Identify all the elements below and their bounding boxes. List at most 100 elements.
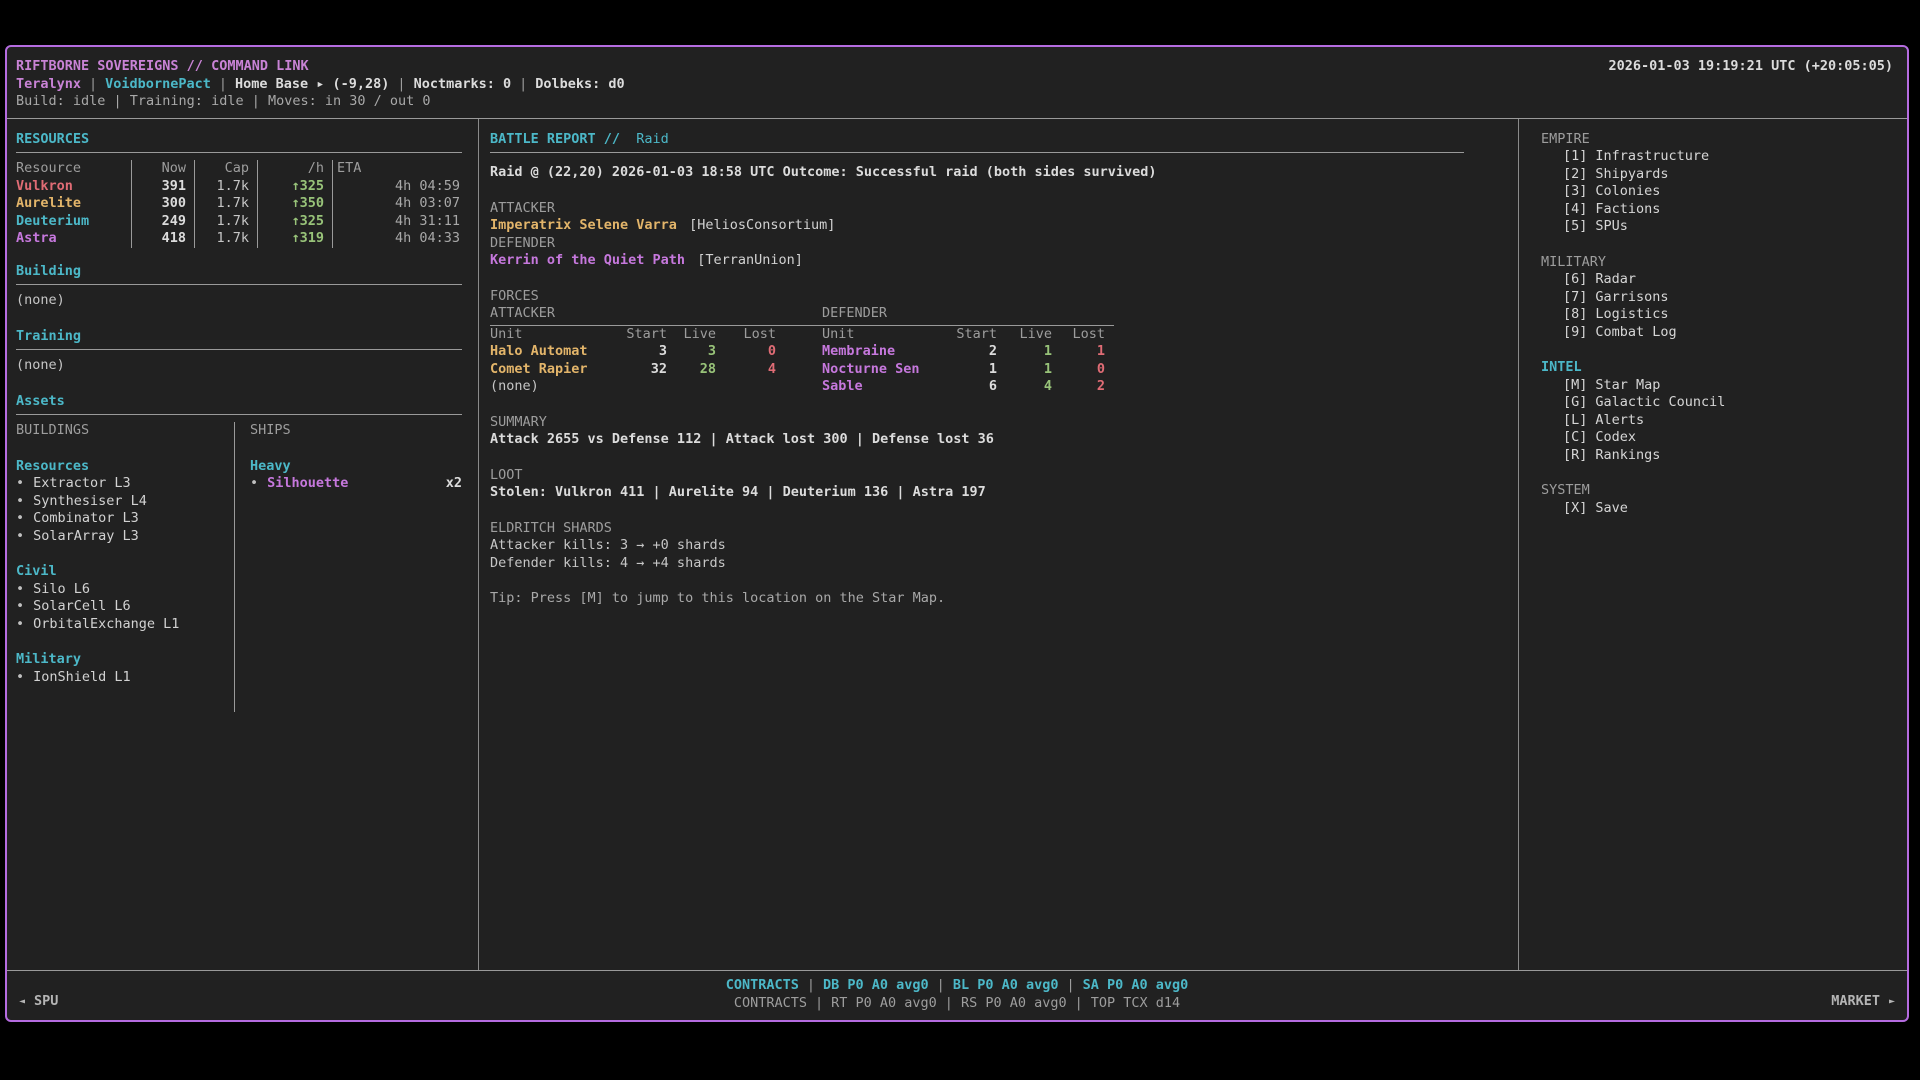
separator: | [937,977,945,993]
col-header-now: Now [132,160,195,178]
building-item: •IonShield L1 [16,669,234,687]
attacker-forces-table: Unit Start Live Lost Halo Automat 3 3 0 … [490,326,776,396]
col-header-eta: ETA [333,160,460,178]
building-queue-title: Building [16,263,462,281]
raid-headline: Raid @ (22,20) 2026-01-03 18:58 UTC Outc… [490,164,1464,182]
defender-label: DEFENDER [490,235,1464,253]
bullet-icon: • [16,616,24,632]
resource-eta: 4h 04:59 [333,178,460,196]
right-arrow-icon: ► [1889,996,1895,1007]
menu-item-combat-log[interactable]: [9]Combat Log [1541,324,1907,342]
pager-market[interactable]: MARKET► [1831,993,1895,1012]
col-header-rate: /h [258,160,333,178]
resource-rate: ↑325 [258,178,333,196]
forces-tables: Unit Start Live Lost Halo Automat 3 3 0 … [490,326,1464,396]
unit-name: Nocturne Sen [822,361,952,379]
menu-item-save[interactable]: [X]Save [1541,500,1907,518]
col-header-cap: Cap [195,160,258,178]
forces-column-headers: ATTACKER DEFENDER [490,305,1464,323]
app-title: RIFTBORNE SOVEREIGNS // COMMAND LINK [16,58,309,76]
menu-section-empire: EMPIRE [1]Infrastructure [2]Shipyards [3… [1541,131,1907,236]
menu-item-colonies[interactable]: [3]Colonies [1541,183,1907,201]
menu-section-military: MILITARY [6]Radar [7]Garrisons [8]Logist… [1541,254,1907,342]
battle-report-panel: BATTLE REPORT // Raid Raid @ (22,20) 202… [479,119,1519,971]
building-item: •SolarArray L3 [16,528,234,546]
buildings-column: BUILDINGS Resources •Extractor L3 •Synth… [16,422,235,712]
noctmarks-count: Noctmarks: 0 [414,76,512,92]
contracts-line-primary: CONTRACTS|DB P0 A0 avg0|BL P0 A0 avg0|SA… [7,977,1907,995]
bullet-icon: • [16,528,24,544]
menu-item-star-map[interactable]: [M]Star Map [1541,377,1907,395]
resource-now: 418 [132,230,195,248]
section-rule [16,152,462,153]
resource-name: Aurelite [16,195,132,213]
separator: | [945,995,953,1011]
command-link-header: RIFTBORNE SOVEREIGNS // COMMAND LINK 202… [7,47,1907,118]
resource-now: 249 [132,213,195,231]
attacker-faction-tag: [HeliosConsortium] [689,217,835,233]
menu-item-garrisons[interactable]: [7]Garrisons [1541,289,1907,307]
menu-item-radar[interactable]: [6]Radar [1541,271,1907,289]
summary-label: SUMMARY [490,414,1464,432]
resource-rate: ↑319 [258,230,333,248]
menu-item-codex[interactable]: [C]Codex [1541,429,1907,447]
left-panel: RESOURCES Resource Now Cap /h ETA Vulkro… [7,119,479,971]
separator: | [89,76,97,92]
menu-item-spus[interactable]: [5]SPUs [1541,218,1907,236]
section-rule [16,284,462,285]
building-queue-empty: (none) [16,292,462,310]
defender-identity: Kerrin of the Quiet Path [TerranUnion] [490,252,1464,270]
ship-name: Silhouette [267,475,348,491]
left-arrow-icon: ◄ [19,996,25,1007]
menu-item-logistics[interactable]: [8]Logistics [1541,306,1907,324]
attacker-shards-line: Attacker kills: 3 → +0 shards [490,537,1464,555]
resource-eta: 4h 04:33 [333,230,460,248]
resource-now: 391 [132,178,195,196]
clock: 2026-01-03 19:19:21 UTC (+20:05:05) [1609,58,1893,76]
resource-cap: 1.7k [195,195,258,213]
buildings-group-civil: Civil [16,563,234,581]
resource-eta: 4h 03:07 [333,195,460,213]
separator: | [219,76,227,92]
loot-line: Stolen: Vulkron 411 | Aurelite 94 | Deut… [490,484,1464,502]
footer-status-bar: CONTRACTS|DB P0 A0 avg0|BL P0 A0 avg0|SA… [7,970,1907,1020]
menu-item-rankings[interactable]: [R]Rankings [1541,447,1907,465]
menu-item-infrastructure[interactable]: [1]Infrastructure [1541,148,1907,166]
building-item: •SolarCell L6 [16,598,234,616]
pager-spu[interactable]: ◄SPU [19,993,58,1012]
loot-label: LOOT [490,467,1464,485]
ship-item: • Silhouette x2 [250,475,462,493]
bullet-icon: • [250,475,258,491]
separator: | [807,977,815,993]
resources-table: Resource Now Cap /h ETA Vulkron 391 1.7k… [16,160,462,248]
menu-item-factions[interactable]: [4]Factions [1541,201,1907,219]
bullet-icon: • [16,510,24,526]
hotkey-menu-panel: EMPIRE [1]Infrastructure [2]Shipyards [3… [1519,119,1907,971]
menu-item-alerts[interactable]: [L]Alerts [1541,412,1907,430]
unit-name: Sable [822,378,952,396]
resource-now: 300 [132,195,195,213]
summary-line: Attack 2655 vs Defense 112 | Attack lost… [490,431,1464,449]
ship-count: x2 [446,475,462,493]
menu-item-galactic-council[interactable]: [G]Galactic Council [1541,394,1907,412]
ships-title: SHIPS [250,422,462,440]
separator: | [815,995,823,1011]
menu-item-shipyards[interactable]: [2]Shipyards [1541,166,1907,184]
buildings-group-military: Military [16,651,234,669]
bullet-icon: • [16,493,24,509]
section-rule [490,152,1464,153]
attacker-label: ATTACKER [490,200,1464,218]
bullet-icon: • [16,475,24,491]
section-rule [16,414,462,415]
unit-name: Comet Rapier [490,361,620,379]
contracts-label: CONTRACTS [726,977,799,993]
buildings-title: BUILDINGS [16,422,234,440]
pact-name: VoidbornePact [105,76,211,92]
defender-forces-table: Unit Start Live Lost Membraine 2 1 1 Noc… [822,326,1105,396]
building-item: •Silo L6 [16,581,234,599]
menu-section-title: EMPIRE [1541,131,1907,149]
unit-name: Halo Automat [490,343,620,361]
separator: | [1066,977,1074,993]
buildings-group-resources: Resources [16,458,234,476]
bullet-icon: • [16,598,24,614]
